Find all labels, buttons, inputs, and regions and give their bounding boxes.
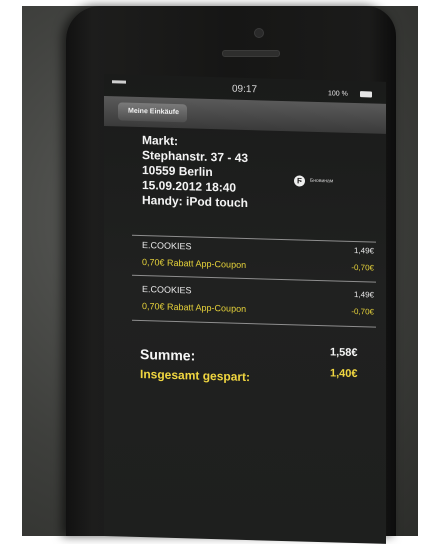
- item-name: E.COOKIES: [142, 284, 192, 296]
- back-button[interactable]: Meine Einkäufe: [118, 102, 187, 123]
- savings-label: Insgesamt gespart:: [140, 367, 251, 385]
- back-button-label: Meine Einkäufe: [128, 107, 179, 117]
- coupon-row: 0,70€ Rabatt App-Coupon -0,70€: [142, 257, 374, 277]
- signal-icon: [112, 80, 126, 84]
- savings-value: 1,40€: [330, 367, 358, 381]
- device-info: Handy: iPod touch: [142, 193, 248, 211]
- battery-percent: 100 %: [328, 90, 348, 98]
- store-logo-icon[interactable]: Ϝ: [294, 175, 305, 187]
- battery-icon: [360, 91, 372, 98]
- divider: [132, 319, 376, 328]
- store-logo-label: Бновинам: [310, 177, 334, 185]
- coupon-name: 0,70€ Rabatt App-Coupon: [142, 301, 247, 314]
- item-amount: 1,49€: [353, 289, 374, 300]
- coupon-row: 0,70€ Rabatt App-Coupon -0,70€: [142, 301, 374, 321]
- status-time: 09:17: [232, 83, 258, 96]
- app-screen: 09:17 100 % Meine Einkäufe Markt: Stepha…: [104, 74, 386, 544]
- total-value: 1,58€: [330, 346, 358, 360]
- item-name: E.COOKIES: [142, 240, 192, 252]
- receipt-header: Markt: Stephanstr. 37 - 43 10559 Berlin …: [142, 133, 248, 211]
- camera-icon: [254, 28, 264, 38]
- total-label: Summe:: [140, 346, 196, 364]
- item-amount: 1,49€: [353, 245, 374, 256]
- coupon-name: 0,70€ Rabatt App-Coupon: [142, 257, 247, 270]
- coupon-amount: -0,70€: [351, 306, 374, 317]
- coupon-amount: -0,70€: [351, 262, 374, 273]
- speaker-grille: [222, 50, 280, 57]
